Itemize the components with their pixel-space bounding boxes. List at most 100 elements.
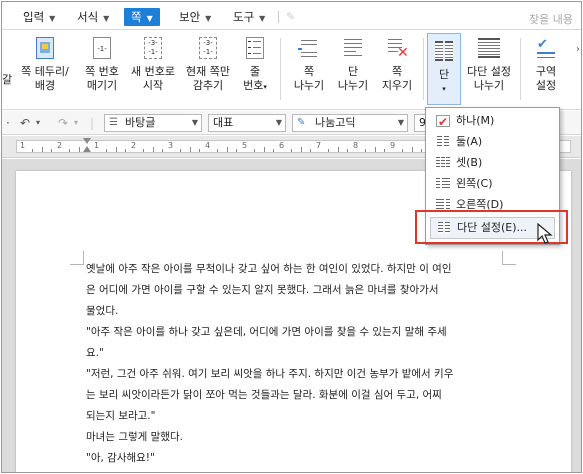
chevron-down-icon[interactable]: ▾ bbox=[36, 118, 40, 127]
undo-icon[interactable]: ↶ bbox=[20, 116, 30, 130]
menu-bar: 입력 ▼ 서식 ▼ 쪽 ▼ 보안 ▼ 도구 ▼ ✎ 찾을 내용 bbox=[2, 2, 581, 30]
ruler-tick bbox=[309, 149, 311, 152]
menu-security[interactable]: 보안 ▼ bbox=[176, 8, 214, 26]
hide-current-page-button[interactable]: -3- -1- 현재 쪽만 감추기 bbox=[182, 36, 234, 102]
multi-column-break-label: 다단 설정 bbox=[467, 65, 511, 78]
ruler-label: 4 bbox=[205, 141, 211, 150]
page-break-label: 쪽 bbox=[303, 65, 315, 78]
page-number-icon: -1- bbox=[91, 36, 113, 60]
menu-format[interactable]: 서식 ▼ bbox=[74, 8, 112, 26]
chevron-down-icon[interactable]: ▾ bbox=[74, 118, 78, 127]
ruler-label: 1 bbox=[20, 141, 26, 150]
section-settings-label-2: 설정 bbox=[535, 79, 557, 92]
ruler-tick bbox=[78, 147, 80, 152]
page-border-icon bbox=[34, 36, 56, 60]
ruler-tick bbox=[374, 147, 376, 152]
toolbar-edge-icon: · bbox=[6, 116, 10, 130]
text-line: 은 어디에 가면 아이를 구할 수 있는지 알지 못했다. 그래서 늙은 마녀를… bbox=[86, 284, 439, 296]
chevron-down-icon: ▾ bbox=[263, 83, 267, 91]
ruler-tick bbox=[87, 149, 89, 152]
ruler-tick bbox=[106, 149, 108, 152]
font-icon: ✎ bbox=[297, 117, 306, 128]
chevron-down-icon: ▼ bbox=[146, 14, 153, 23]
page-border-background-button[interactable]: 쪽 테두리/배경 bbox=[18, 36, 72, 102]
redo-icon[interactable]: ↷ bbox=[58, 116, 68, 130]
menu-item-one-column[interactable]: ✔ 하나(M) bbox=[430, 111, 555, 131]
three-columns-icon bbox=[436, 157, 450, 169]
page-break-label-2: 나누기 bbox=[293, 79, 325, 92]
search-label[interactable]: 찾을 내용 bbox=[529, 11, 573, 27]
ribbon-divider bbox=[280, 38, 281, 100]
multi-column-break-button[interactable]: 다단 설정 나누기 bbox=[464, 36, 514, 102]
columns-button[interactable]: 단 ▾ bbox=[427, 33, 461, 105]
style-select[interactable]: ☰ 바탕글 ▼ bbox=[104, 114, 202, 132]
left-column-icon bbox=[436, 178, 450, 190]
font-select[interactable]: ✎ 나눔고딕 ▼ bbox=[292, 114, 408, 132]
ruler-tick bbox=[180, 149, 182, 152]
new-number-label-2: 시작 bbox=[142, 79, 164, 92]
menu-tools[interactable]: 도구 ▼ bbox=[230, 8, 268, 26]
ruler-tick bbox=[328, 149, 330, 152]
delete-page-icon: ✕ bbox=[386, 36, 409, 60]
column-break-button[interactable]: 단 나누기 bbox=[332, 36, 374, 102]
new-number-start-button[interactable]: -3- -1- 새 번호로 시작 bbox=[128, 36, 178, 102]
text-line: 마녀는 그렇게 말했다. bbox=[86, 431, 183, 443]
page-break-button[interactable]: 쪽 나누기 bbox=[288, 36, 330, 102]
ruler-label: 5 bbox=[242, 141, 248, 150]
language-select[interactable]: 대표 ▼ bbox=[208, 114, 286, 132]
ruler-tick bbox=[189, 147, 191, 152]
ruler-tick bbox=[217, 149, 219, 152]
font-value: 나눔고딕 bbox=[315, 116, 356, 129]
checkmark-icon: ✔ bbox=[436, 115, 450, 129]
ribbon-overflow-icon[interactable]: › bbox=[576, 44, 581, 84]
ruler-tick bbox=[235, 149, 237, 152]
ruler-tick bbox=[346, 149, 348, 152]
ruler-label: 1 bbox=[94, 141, 100, 150]
menu-item-two-columns[interactable]: 둘(A) bbox=[430, 132, 555, 152]
ruler-tick bbox=[161, 149, 163, 152]
delete-page-button[interactable]: ✕ 쪽 지우기 bbox=[376, 36, 418, 102]
ruler-label: 6 bbox=[279, 141, 285, 150]
menu-item-left-column[interactable]: 왼쪽(C) bbox=[430, 174, 555, 194]
text-line: "아주 작은 아이를 하나 갖고 싶은데, 어디에 가면 아이를 찾을 수 있는… bbox=[86, 326, 447, 338]
chevron-down-icon: ▼ bbox=[103, 14, 110, 23]
menu-insert[interactable]: 입력 ▼ bbox=[20, 8, 58, 26]
menu-item-label: 둘(A) bbox=[456, 135, 483, 148]
page-numbering-label: 쪽 번호 bbox=[85, 65, 119, 78]
ruler-tick bbox=[337, 147, 339, 152]
menu-page[interactable]: 쪽 ▼ bbox=[124, 8, 160, 26]
format-painter-icon[interactable]: ✎ bbox=[286, 10, 298, 23]
ribbon-divider bbox=[423, 38, 424, 100]
page-border-label-2: 배경 bbox=[34, 79, 56, 92]
ruler-tick bbox=[365, 149, 367, 152]
ruler-tick bbox=[383, 149, 385, 152]
columns-label: 단 bbox=[438, 68, 450, 81]
ruler-tick bbox=[50, 149, 52, 152]
hide-page-label-2: 감추기 bbox=[192, 79, 224, 92]
menu-item-three-columns[interactable]: 셋(B) bbox=[430, 153, 555, 173]
text-line: 는 보리 씨앗이라든가 닭이 쪼아 먹는 것들과는 달라. 화분에 이걸 심어 … bbox=[86, 389, 442, 401]
menu-item-label: 셋(B) bbox=[456, 156, 483, 169]
menu-divider bbox=[278, 11, 279, 23]
line-number-icon bbox=[244, 36, 266, 60]
page-numbering-button[interactable]: -1- 쪽 번호 매기기 bbox=[78, 36, 126, 102]
ruler-tick bbox=[411, 147, 413, 152]
menu-item-label: 하나(M) bbox=[456, 114, 495, 127]
columns-icon bbox=[433, 39, 455, 63]
section-settings-button[interactable]: ✔ 구역 설정 bbox=[526, 36, 566, 102]
delete-page-label-2: 지우기 bbox=[381, 79, 413, 92]
style-value: 바탕글 bbox=[125, 116, 156, 129]
text-line: 요." bbox=[86, 347, 104, 359]
mouse-cursor-icon bbox=[537, 223, 553, 244]
ruler-tick bbox=[402, 149, 404, 152]
page-border-label: 쪽 테두리/ bbox=[21, 65, 69, 78]
ruler-label: 8 bbox=[353, 141, 359, 150]
ruler-tick bbox=[420, 149, 422, 152]
ruler-label: 2 bbox=[131, 141, 137, 150]
delete-page-label: 쪽 bbox=[391, 65, 403, 78]
ribbon-partial-label: 갈 bbox=[2, 73, 13, 86]
chevron-down-icon: ▼ bbox=[49, 14, 56, 23]
ruler-tick bbox=[124, 149, 126, 152]
ruler-tick bbox=[69, 149, 71, 152]
line-number-button[interactable]: 줄 번호▾ bbox=[238, 36, 272, 102]
